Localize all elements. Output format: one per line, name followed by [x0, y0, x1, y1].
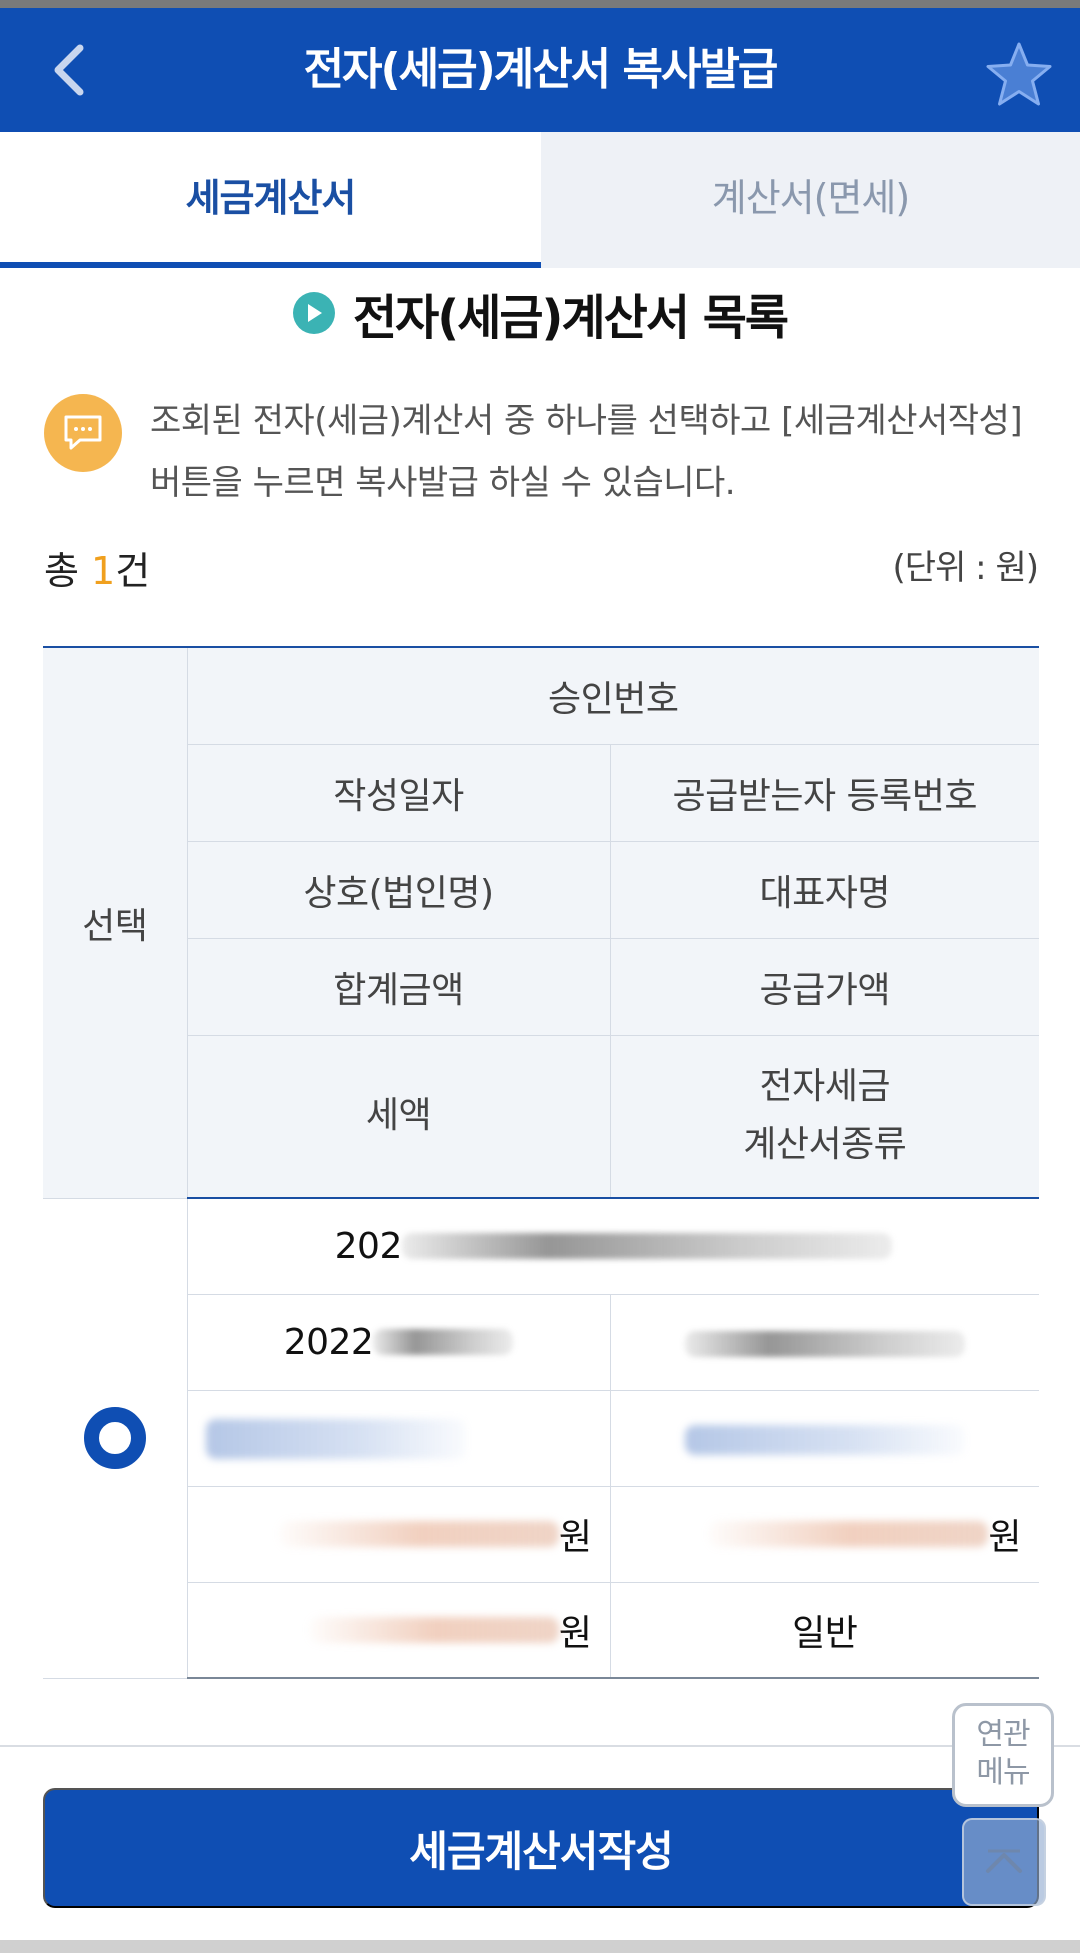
header-company-name: 상호(법인명) — [186, 840, 611, 939]
row-radio-button[interactable] — [83, 1407, 146, 1469]
total-count: 총 1건 — [44, 540, 150, 595]
redacted-write-date — [373, 1329, 514, 1355]
notice-text: 조회된 전자(세금)계산서 중 하나를 선택하고 [세금계산서작성]버튼을 누르… — [150, 401, 1023, 503]
cell-approval-no: 202 — [186, 1197, 1040, 1295]
redacted-company-name — [205, 1419, 466, 1459]
cell-supply-amount: 원 — [609, 1485, 1040, 1583]
section-heading: 전자(세금)계산서 목록 — [0, 278, 1080, 348]
total-count-number: 1 — [91, 549, 116, 593]
cell-tax-amount: 원 — [186, 1581, 611, 1679]
cell-recipient-reg-no — [609, 1293, 1040, 1391]
back-button[interactable] — [38, 38, 98, 102]
related-menu-label-1: 연관 — [976, 1717, 1030, 1752]
unit-label: (단위 : 원) — [892, 548, 1039, 588]
cell-invoice-type: 일반 — [609, 1581, 1040, 1679]
table-row[interactable]: 202 — [43, 1197, 1040, 1679]
total-amount-unit: 원 — [558, 1517, 592, 1558]
tab-bar: 세금계산서 계산서(면세) — [0, 132, 1080, 268]
approval-no-text: 202 — [334, 1225, 403, 1267]
footer-divider — [0, 1745, 1080, 1747]
status-bar — [0, 0, 1080, 8]
chevron-left-icon — [54, 44, 84, 96]
section-title: 전자(세금)계산서 목록 — [352, 290, 789, 346]
header-invoice-type-line2: 계산서종류 — [743, 1124, 907, 1166]
redacted-supply-amount — [708, 1521, 989, 1547]
cell-total-amount: 원 — [186, 1485, 611, 1583]
cell-representative — [609, 1389, 1040, 1487]
redacted-approval-no — [401, 1233, 892, 1260]
play-circle-icon — [292, 292, 335, 334]
header-supply-amount: 공급가액 — [609, 937, 1040, 1036]
favorite-button[interactable] — [984, 40, 1054, 110]
redacted-representative — [684, 1424, 965, 1455]
header-invoice-type-line1: 전자세금 — [759, 1066, 891, 1108]
header-invoice-type: 전자세금 계산서종류 — [609, 1034, 1040, 1199]
tax-amount-unit: 원 — [558, 1612, 592, 1654]
bottom-bar — [0, 1940, 1080, 1953]
related-menu-label-2: 메뉴 — [976, 1755, 1030, 1790]
create-invoice-button[interactable]: 세금계산서작성 — [43, 1788, 1039, 1908]
total-suffix: 건 — [115, 549, 151, 593]
header-tax-amount: 세액 — [186, 1034, 611, 1199]
header-total-amount: 합계금액 — [186, 937, 611, 1036]
header-approval-no: 승인번호 — [186, 646, 1040, 745]
write-date-text: 2022 — [283, 1321, 374, 1363]
redacted-tax-amount — [308, 1616, 559, 1643]
header-representative: 대표자명 — [609, 840, 1040, 939]
app-header: 전자(세금)계산서 복사발급 — [0, 8, 1080, 132]
redacted-total-amount — [278, 1521, 559, 1547]
row-select-cell[interactable] — [43, 1197, 188, 1679]
invoice-table: 선택 승인번호 작성일자 공급받는자 등록번호 상호(법인명) 대표자명 합계금… — [43, 646, 1040, 1679]
header-recipient-reg-no: 공급받는자 등록번호 — [609, 743, 1040, 842]
related-menu-button[interactable]: 연관 메뉴 — [952, 1703, 1054, 1807]
scroll-top-button[interactable] — [962, 1818, 1046, 1906]
star-icon — [986, 42, 1052, 106]
header-write-date: 작성일자 — [186, 743, 611, 842]
header-select: 선택 — [43, 646, 188, 1199]
chevron-up-icon — [986, 1849, 1022, 1873]
cell-write-date: 2022 — [186, 1293, 611, 1391]
notice-box: 조회된 전자(세금)계산서 중 하나를 선택하고 [세금계산서작성]버튼을 누르… — [40, 390, 1040, 520]
cell-company-name — [186, 1389, 611, 1487]
supply-amount-unit: 원 — [988, 1517, 1022, 1558]
redacted-recipient-reg-no — [684, 1330, 965, 1357]
chat-bubble-icon — [44, 394, 122, 472]
page-title: 전자(세금)계산서 복사발급 — [303, 44, 779, 95]
tab-invoice-tax-exempt[interactable]: 계산서(면세) — [541, 132, 1080, 268]
tab-tax-invoice[interactable]: 세금계산서 — [0, 132, 541, 268]
total-prefix: 총 — [44, 549, 92, 593]
